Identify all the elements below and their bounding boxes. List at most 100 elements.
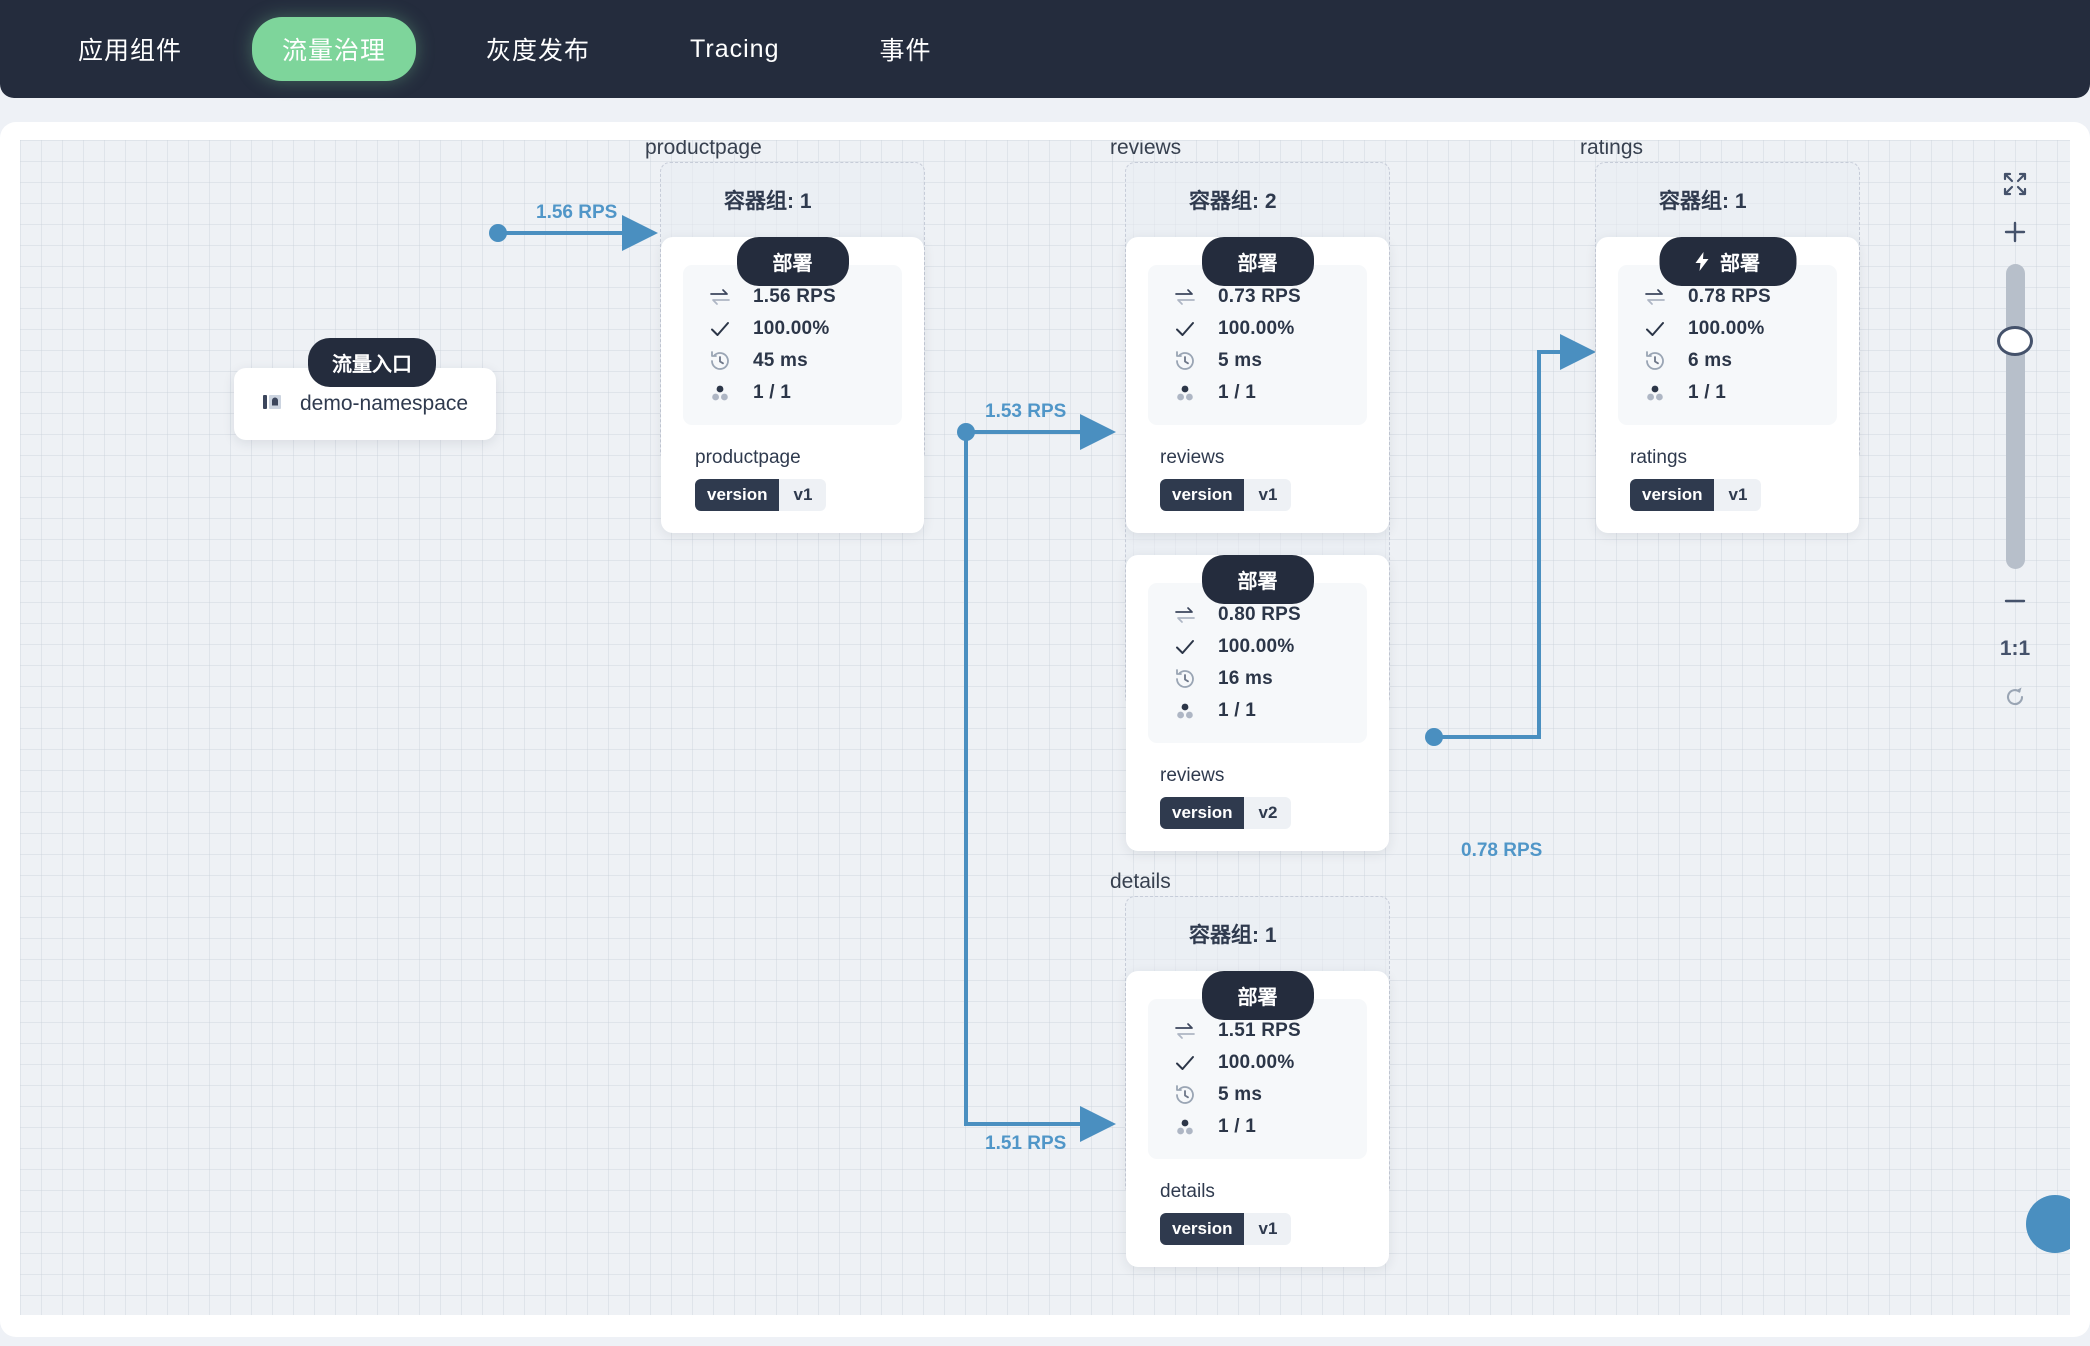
version-chip-value: v1 — [1244, 1213, 1292, 1245]
version-chip: version v2 — [1160, 797, 1292, 829]
service-title-ratings: ratings — [1580, 140, 1644, 159]
zoom-ratio-button[interactable]: 1:1 — [1991, 625, 2039, 673]
pod-heart-icon — [1150, 923, 1175, 946]
stat-row-latency: 5 ms — [1148, 345, 1367, 377]
pod-heart-icon — [1620, 189, 1645, 212]
stat-row-pods: 1 / 1 — [683, 377, 902, 409]
service-group-productpage[interactable]: 容器组: 1 部署 1.56 RPS 100.00% 45 ms 1 / 1 product… — [660, 162, 925, 533]
service-group-reviews[interactable]: 容器组: 2 部署 0.73 RPS 100.00% 5 ms 1 / 1 reviews v… — [1125, 162, 1390, 851]
stat-value-latency: 16 ms — [1218, 668, 1273, 689]
workload-stats: 0.73 RPS 100.00% 5 ms 1 / 1 — [1148, 265, 1367, 425]
latency-icon — [1174, 1084, 1196, 1106]
workload-name: reviews — [1160, 447, 1225, 468]
pod-count-row: 容器组: 1 — [661, 163, 924, 215]
stat-value-success-rate: 100.00% — [1218, 636, 1295, 657]
stat-row-pods: 1 / 1 — [1148, 695, 1367, 727]
stat-row-success-rate: 100.00% — [1148, 313, 1367, 345]
service-title-reviews: reviews — [1110, 140, 1182, 159]
edge-label-productpage-details: 1.51 RPS — [985, 1133, 1067, 1154]
stat-value-pods: 1 / 1 — [1688, 382, 1726, 403]
pod-count-label: 容器组: 1 — [724, 190, 812, 213]
stat-value-rps: 0.80 RPS — [1218, 604, 1301, 625]
version-chip: version v1 — [1160, 1213, 1292, 1245]
zoom-in-button[interactable] — [1991, 208, 2039, 256]
traffic-entry-badge: 流量入口 — [308, 338, 436, 387]
pods-icon — [709, 382, 731, 404]
workload-kind-badge[interactable]: 部署 — [736, 237, 849, 286]
workload-stats: 0.78 RPS 100.00% 6 ms 1 / 1 — [1618, 265, 1837, 425]
fit-screen-icon[interactable] — [1991, 160, 2039, 208]
stat-value-success-rate: 100.00% — [1218, 1052, 1295, 1073]
workload-reviews-v1[interactable]: 部署 0.73 RPS 100.00% 5 ms 1 / 1 reviews version… — [1126, 237, 1389, 533]
version-chip-key: version — [1160, 1213, 1245, 1245]
rps-icon — [1174, 1020, 1196, 1042]
workload-kind-label: 部署 — [1720, 253, 1760, 275]
workload-kind-badge[interactable]: 部署 — [1201, 237, 1314, 286]
pod-count-row: 容器组: 1 — [1596, 163, 1859, 215]
pod-heart-icon — [685, 189, 710, 212]
nav-item-0[interactable]: 应用组件 — [48, 17, 212, 81]
nav-item-4[interactable]: 事件 — [849, 17, 961, 81]
pod-count-row: 容器组: 2 — [1126, 163, 1389, 215]
workload-productpage-v1[interactable]: 部署 1.56 RPS 100.00% 45 ms 1 / 1 productpage ve… — [661, 237, 924, 533]
pod-count-label: 容器组: 2 — [1189, 190, 1277, 213]
workload-kind-label: 部署 — [772, 253, 813, 275]
nav-item-1[interactable]: 流量治理 — [252, 17, 417, 81]
version-chip-key: version — [695, 479, 780, 511]
workload-kind-label: 部署 — [1237, 987, 1278, 1009]
rps-icon — [709, 286, 731, 308]
workload-details-v1[interactable]: 部署 1.51 RPS 100.00% 5 ms 1 / 1 details version… — [1126, 971, 1389, 1267]
workload-name: details — [1160, 1181, 1215, 1202]
workload-kind-label: 部署 — [1237, 253, 1278, 275]
latency-icon — [1644, 350, 1666, 372]
success-rate-icon — [1644, 318, 1666, 340]
stat-value-pods: 1 / 1 — [1218, 1116, 1256, 1137]
stat-row-success-rate: 100.00% — [683, 313, 902, 345]
stat-row-success-rate: 100.00% — [1618, 313, 1837, 345]
workload-ratings-v1[interactable]: 部署 0.78 RPS 100.00% 6 ms 1 / 1 ratings version… — [1596, 237, 1859, 533]
pods-icon — [1644, 382, 1666, 404]
workload-stats: 1.56 RPS 100.00% 45 ms 1 / 1 — [683, 265, 902, 425]
stat-value-latency: 5 ms — [1218, 350, 1263, 371]
version-chip-value: v1 — [1714, 479, 1762, 511]
stat-value-success-rate: 100.00% — [753, 318, 830, 339]
namespace-icon — [262, 391, 284, 418]
stat-value-latency: 5 ms — [1218, 1084, 1263, 1105]
success-rate-icon — [1174, 318, 1196, 340]
zoom-out-button[interactable] — [1991, 577, 2039, 625]
stat-value-pods: 1 / 1 — [1218, 382, 1256, 403]
stat-value-success-rate: 100.00% — [1218, 318, 1295, 339]
pods-icon — [1174, 1116, 1196, 1138]
workload-kind-badge[interactable]: 部署 — [1201, 971, 1314, 1020]
rps-icon — [1644, 286, 1666, 308]
bolt-icon — [1695, 252, 1708, 271]
pod-count-row: 容器组: 1 — [1126, 897, 1389, 949]
success-rate-icon — [1174, 1052, 1196, 1074]
zoom-slider[interactable] — [1997, 264, 2033, 569]
workload-kind-badge[interactable]: 部署 — [1201, 555, 1314, 604]
workload-reviews-v2[interactable]: 部署 0.80 RPS 100.00% 16 ms 1 / 1 reviews versio… — [1126, 555, 1389, 851]
success-rate-icon — [1174, 636, 1196, 658]
nav-item-3[interactable]: Tracing — [660, 21, 809, 78]
zoom-slider-handle[interactable] — [1997, 326, 2033, 356]
reset-view-icon[interactable] — [1991, 673, 2039, 721]
topology-canvas[interactable]: 1.56 RPS 1.53 RPS 1.51 RPS 0.78 RPS 流量入口… — [20, 140, 2070, 1315]
stat-value-pods: 1 / 1 — [753, 382, 791, 403]
workload-kind-badge[interactable]: 部署 — [1659, 237, 1796, 286]
service-group-details[interactable]: 容器组: 1 部署 1.51 RPS 100.00% 5 ms 1 / 1 details v… — [1125, 896, 1390, 1267]
latency-icon — [1174, 350, 1196, 372]
stat-value-latency: 45 ms — [753, 350, 808, 371]
service-group-ratings[interactable]: 容器组: 1 部署 0.78 RPS 100.00% 6 ms 1 / 1 ratings v… — [1595, 162, 1860, 533]
workload-stats: 1.51 RPS 100.00% 5 ms 1 / 1 — [1148, 999, 1367, 1159]
version-chip-value: v2 — [1244, 797, 1292, 829]
version-chip: version v1 — [1630, 479, 1762, 511]
canvas-toolbar: 1:1 — [1982, 160, 2048, 721]
edge-label-reviews-ratings: 0.78 RPS — [1461, 840, 1543, 861]
stat-row-latency: 5 ms — [1148, 1079, 1367, 1111]
stat-row-pods: 1 / 1 — [1618, 377, 1837, 409]
workload-name: productpage — [695, 447, 801, 468]
stat-value-pods: 1 / 1 — [1218, 700, 1256, 721]
rps-icon — [1174, 286, 1196, 308]
nav-item-2[interactable]: 灰度发布 — [456, 17, 620, 81]
workload-name: ratings — [1630, 447, 1688, 468]
